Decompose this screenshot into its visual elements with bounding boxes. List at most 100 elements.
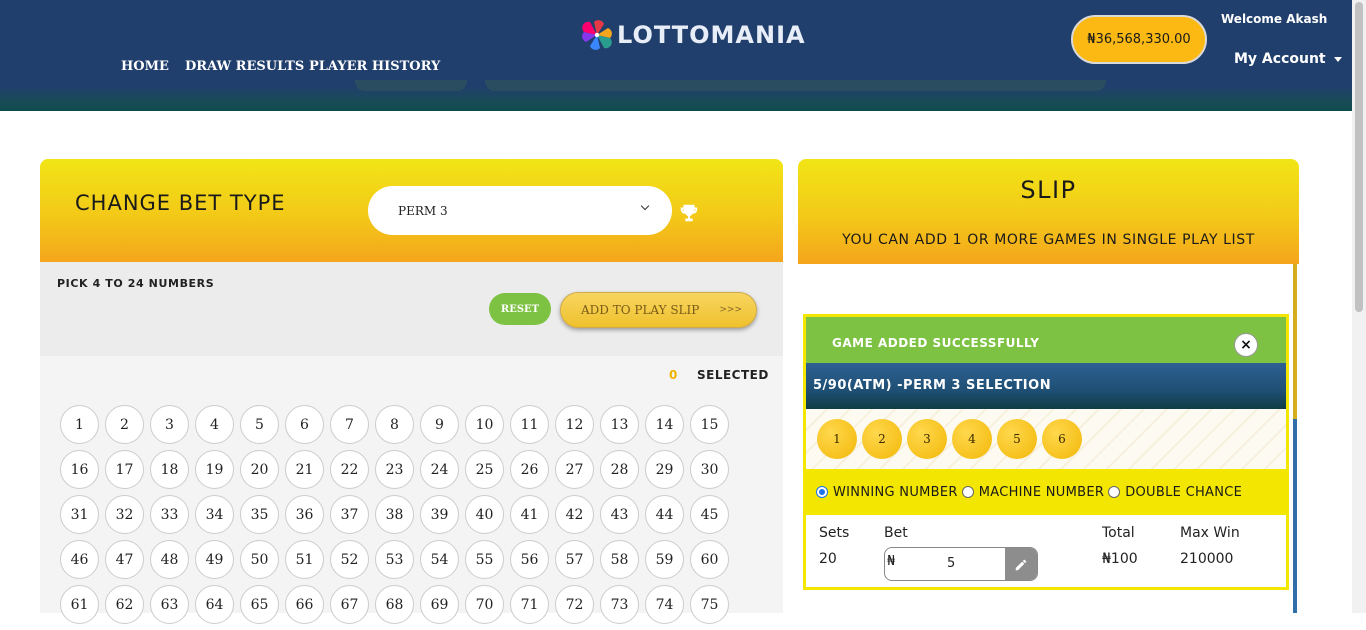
- number-ball[interactable]: 4: [195, 405, 234, 444]
- number-ball[interactable]: 22: [330, 450, 369, 489]
- radio-button[interactable]: [816, 486, 828, 498]
- number-ball[interactable]: 21: [285, 450, 324, 489]
- number-ball[interactable]: 34: [195, 495, 234, 534]
- number-ball[interactable]: 19: [195, 450, 234, 489]
- number-ball[interactable]: 56: [510, 540, 549, 579]
- bet-summary: Sets 20 Bet ₦ 5 Total ₦100 Max Win 21000…: [806, 515, 1286, 587]
- number-ball[interactable]: 8: [375, 405, 414, 444]
- close-icon[interactable]: ×: [1234, 333, 1258, 357]
- number-ball[interactable]: 70: [465, 585, 504, 624]
- number-ball[interactable]: 63: [150, 585, 189, 624]
- my-account-menu[interactable]: My Account: [1234, 51, 1342, 67]
- number-ball[interactable]: 24: [420, 450, 459, 489]
- number-ball[interactable]: 5: [240, 405, 279, 444]
- number-ball[interactable]: 14: [645, 405, 684, 444]
- selected-ball: 1: [817, 419, 857, 459]
- wallet-balance[interactable]: ₦36,568,330.00: [1071, 15, 1207, 64]
- number-ball[interactable]: 61: [60, 585, 99, 624]
- number-ball[interactable]: 15: [690, 405, 729, 444]
- number-ball[interactable]: 58: [600, 540, 639, 579]
- number-ball[interactable]: 74: [645, 585, 684, 624]
- number-ball[interactable]: 48: [150, 540, 189, 579]
- number-ball[interactable]: 40: [465, 495, 504, 534]
- number-ball[interactable]: 64: [195, 585, 234, 624]
- nav-player-history[interactable]: PLAYER HISTORY: [309, 59, 440, 74]
- number-ball[interactable]: 3: [150, 405, 189, 444]
- number-ball[interactable]: 31: [60, 495, 99, 534]
- number-ball[interactable]: 25: [465, 450, 504, 489]
- number-ball[interactable]: 59: [645, 540, 684, 579]
- number-ball[interactable]: 37: [330, 495, 369, 534]
- number-ball[interactable]: 60: [690, 540, 729, 579]
- nav-draw-results[interactable]: DRAW RESULTS: [185, 59, 304, 74]
- number-ball[interactable]: 16: [60, 450, 99, 489]
- number-ball[interactable]: 55: [465, 540, 504, 579]
- number-ball[interactable]: 53: [375, 540, 414, 579]
- bet-amount-input[interactable]: ₦ 5: [884, 547, 1038, 581]
- number-ball[interactable]: 33: [150, 495, 189, 534]
- number-ball[interactable]: 35: [240, 495, 279, 534]
- number-ball[interactable]: 41: [510, 495, 549, 534]
- number-ball[interactable]: 45: [690, 495, 729, 534]
- number-ball[interactable]: 42: [555, 495, 594, 534]
- number-ball[interactable]: 68: [375, 585, 414, 624]
- number-ball[interactable]: 36: [285, 495, 324, 534]
- bet-currency: ₦: [887, 554, 896, 569]
- number-ball[interactable]: 43: [600, 495, 639, 534]
- edit-button[interactable]: [1005, 548, 1037, 580]
- trophy-icon[interactable]: [678, 202, 700, 224]
- number-ball[interactable]: 75: [690, 585, 729, 624]
- number-ball[interactable]: 32: [105, 495, 144, 534]
- number-ball[interactable]: 62: [105, 585, 144, 624]
- number-ball[interactable]: 52: [330, 540, 369, 579]
- bet-option[interactable]: DOUBLE CHANCE: [1108, 485, 1242, 500]
- success-message: GAME ADDED SUCCESSFULLY: [832, 336, 1040, 350]
- number-ball[interactable]: 44: [645, 495, 684, 534]
- number-ball[interactable]: 17: [105, 450, 144, 489]
- radio-button[interactable]: [1108, 486, 1121, 498]
- bet-option[interactable]: WINNING NUMBER: [816, 485, 958, 500]
- number-ball[interactable]: 11: [510, 405, 549, 444]
- brand-logo[interactable]: LOTTOMANIA: [581, 19, 806, 51]
- number-ball[interactable]: 28: [600, 450, 639, 489]
- page-scrollbar[interactable]: [1352, 0, 1366, 613]
- number-ball[interactable]: 46: [60, 540, 99, 579]
- number-ball[interactable]: 27: [555, 450, 594, 489]
- radio-button[interactable]: [961, 486, 974, 498]
- number-ball[interactable]: 50: [240, 540, 279, 579]
- bet-type-select[interactable]: PERM 3: [368, 186, 672, 235]
- nav-home[interactable]: HOME: [121, 59, 169, 74]
- number-ball[interactable]: 69: [420, 585, 459, 624]
- number-ball[interactable]: 47: [105, 540, 144, 579]
- number-ball[interactable]: 1: [60, 405, 99, 444]
- number-ball[interactable]: 72: [555, 585, 594, 624]
- number-ball[interactable]: 7: [330, 405, 369, 444]
- number-ball[interactable]: 38: [375, 495, 414, 534]
- number-ball[interactable]: 10: [465, 405, 504, 444]
- number-ball[interactable]: 51: [285, 540, 324, 579]
- number-ball[interactable]: 54: [420, 540, 459, 579]
- bet-option[interactable]: MACHINE NUMBER: [961, 485, 1104, 500]
- number-ball[interactable]: 6: [285, 405, 324, 444]
- number-ball[interactable]: 67: [330, 585, 369, 624]
- number-ball[interactable]: 26: [510, 450, 549, 489]
- number-ball[interactable]: 23: [375, 450, 414, 489]
- add-to-play-slip-button[interactable]: ADD TO PLAY SLIP >>>: [560, 292, 757, 328]
- reset-button[interactable]: RESET: [489, 293, 551, 325]
- number-ball[interactable]: 66: [285, 585, 324, 624]
- number-ball[interactable]: 13: [600, 405, 639, 444]
- number-ball[interactable]: 2: [105, 405, 144, 444]
- number-ball[interactable]: 12: [555, 405, 594, 444]
- number-ball[interactable]: 20: [240, 450, 279, 489]
- number-ball[interactable]: 9: [420, 405, 459, 444]
- number-ball[interactable]: 65: [240, 585, 279, 624]
- number-ball[interactable]: 73: [600, 585, 639, 624]
- scrollbar-thumb[interactable]: [1355, 2, 1363, 312]
- number-ball[interactable]: 18: [150, 450, 189, 489]
- number-ball[interactable]: 30: [690, 450, 729, 489]
- number-ball[interactable]: 39: [420, 495, 459, 534]
- number-ball[interactable]: 29: [645, 450, 684, 489]
- number-ball[interactable]: 57: [555, 540, 594, 579]
- number-ball[interactable]: 49: [195, 540, 234, 579]
- number-ball[interactable]: 71: [510, 585, 549, 624]
